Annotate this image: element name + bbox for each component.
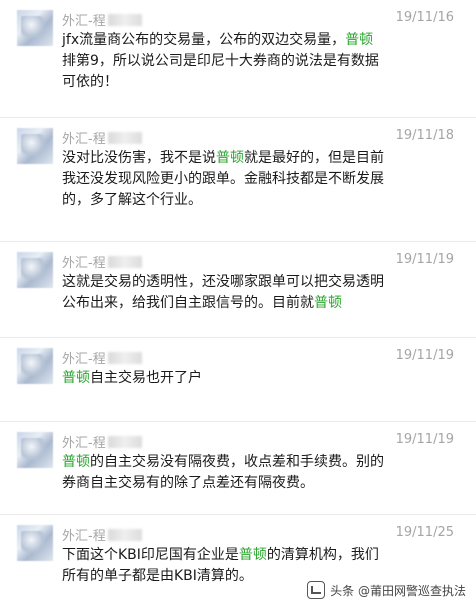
message-text-segment: jfx流量商公布的交易量，公布的双边交易量，: [62, 32, 346, 48]
message-line: jfx流量商公布的交易量，公布的双边交易量，普顿: [62, 30, 452, 51]
message-line: 普顿自主交易也开了户: [62, 368, 452, 389]
highlighted-keyword: 普顿: [216, 150, 244, 166]
message-line: 券商自主交易有的除了点差还有隔夜费。: [62, 473, 452, 494]
message-text-segment: 所有的单子都是由KBI清算的。: [62, 568, 253, 584]
message-line: 下面这个KBI印尼国有企业是普顿的清算机构，我们: [62, 545, 452, 566]
sender-name-prefix: 外汇-程: [62, 352, 106, 367]
sender-name-prefix: 外汇-程: [62, 529, 106, 544]
sender-name: 外汇-程: [62, 432, 142, 451]
avatar: [17, 10, 53, 46]
toutiao-logo-icon: [307, 581, 326, 599]
redacted-name-blur: [107, 13, 142, 26]
message-timestamp: 19/11/19: [395, 252, 454, 267]
avatar: [17, 432, 53, 468]
redacted-name-blur: [107, 528, 142, 541]
sender-name: 外汇-程: [62, 252, 142, 271]
watermark-text: 头条 @莆田网警巡查执法: [330, 583, 466, 598]
message-text: 普顿的自主交易没有隔夜费，收点差和手续费。别的券商自主交易有的除了点差还有隔夜费…: [62, 452, 452, 494]
message-timestamp: 19/11/16: [395, 10, 454, 25]
redacted-name-blur: [107, 351, 142, 364]
message-line: 普顿的自主交易没有隔夜费，收点差和手续费。别的: [62, 452, 452, 473]
message-text-segment: 排第9，所以说公司是印尼十大券商的说法是有数据: [62, 53, 379, 69]
message-line: 我还没发现风险更小的跟单。金融科技都是不断发展: [62, 169, 452, 190]
message-line: 这就是交易的透明性，还没哪家跟单可以把交易透明: [62, 272, 452, 293]
message-text-segment: 可依的！: [62, 74, 118, 90]
message-line: 可依的！: [62, 72, 452, 93]
message-line: 没对比没伤害，我不是说普顿就是最好的，但是目前: [62, 148, 452, 169]
watermark: 头条 @莆田网警巡查执法: [307, 581, 466, 599]
sender-name: 外汇-程: [62, 525, 142, 544]
chat-message: 外汇-程 19/11/16 jfx流量商公布的交易量，公布的双边交易量，普顿排第9，…: [0, 0, 476, 118]
sender-name-prefix: 外汇-程: [62, 436, 106, 451]
highlighted-keyword: 普顿: [238, 547, 267, 563]
sender-name-prefix: 外汇-程: [62, 132, 106, 147]
message-text-segment: 就是最好的，但是目前: [244, 150, 384, 166]
redacted-name-blur: [107, 435, 142, 448]
sender-name: 外汇-程: [62, 10, 142, 29]
message-text-segment: 的自主交易没有隔夜费，收点差和手续费。别的: [90, 454, 384, 470]
message-timestamp: 19/11/18: [395, 128, 454, 143]
message-text-segment: 公布出来，给我们自主跟信号的。目前就: [62, 295, 314, 311]
avatar: [17, 128, 53, 164]
message-text: 没对比没伤害，我不是说普顿就是最好的，但是目前我还没发现风险更小的跟单。金融科技…: [62, 148, 452, 211]
chat-message: 外汇-程 19/11/19 普顿自主交易也开了户: [0, 338, 476, 422]
highlighted-keyword: 普顿: [62, 370, 90, 386]
message-text: 这就是交易的透明性，还没哪家跟单可以把交易透明 公布出来，给我们自主跟信号的。目前…: [62, 272, 452, 314]
message-text: jfx流量商公布的交易量，公布的双边交易量，普顿排第9，所以说公司是印尼十大券商…: [62, 30, 452, 93]
highlighted-keyword: 普顿: [314, 295, 342, 311]
message-text-segment: 的清算机构，我们: [266, 547, 379, 563]
sender-name-prefix: 外汇-程: [62, 256, 106, 271]
chat-message: 外汇-程 19/11/19 普顿的自主交易没有隔夜费，收点差和手续费。别的券商自主交…: [0, 422, 476, 515]
redacted-name-blur: [107, 255, 142, 268]
avatar: [17, 252, 53, 288]
message-timestamp: 19/11/19: [395, 432, 454, 447]
chat-message: 外汇-程 19/11/18 没对比没伤害，我不是说普顿就是最好的，但是目前我还没发现…: [0, 118, 476, 242]
message-text-segment: 没对比没伤害，我不是说: [62, 150, 216, 166]
message-text-segment: 的，多了解这个行业。: [62, 192, 202, 208]
highlighted-keyword: 普顿: [62, 454, 90, 470]
message-text: 普顿自主交易也开了户: [62, 368, 452, 389]
chat-thread: 外汇-程 19/11/16 jfx流量商公布的交易量，公布的双边交易量，普顿 排第9，…: [0, 0, 476, 603]
highlighted-keyword: 普顿: [345, 32, 374, 48]
sender-name-prefix: 外汇-程: [62, 14, 106, 29]
avatar: [17, 525, 53, 561]
message-line: 公布出来，给我们自主跟信号的。目前就普顿: [62, 293, 452, 314]
message-text-segment: 自主交易也开了户: [90, 370, 202, 386]
message-text-segment: 券商自主交易有的除了点差还有隔夜费。: [62, 475, 314, 491]
sender-name: 外汇-程: [62, 348, 142, 367]
message-timestamp: 19/11/19: [395, 348, 454, 363]
redacted-name-blur: [107, 131, 142, 144]
message-line: 的，多了解这个行业。: [62, 190, 452, 211]
message-timestamp: 19/11/25: [395, 525, 454, 540]
avatar: [17, 348, 53, 384]
message-line: 排第9，所以说公司是印尼十大券商的说法是有数据: [62, 51, 452, 72]
message-text-segment: 下面这个KBI印尼国有企业是: [62, 547, 239, 563]
chat-message: 外汇-程 19/11/19 这就是交易的透明性，还没哪家跟单可以把交易透明 公布出来，…: [0, 242, 476, 338]
message-text-segment: 这就是交易的透明性，还没哪家跟单可以把交易透明: [62, 274, 384, 290]
message-text-segment: 我还没发现风险更小的跟单。金融科技都是不断发展: [62, 171, 384, 187]
sender-name: 外汇-程: [62, 128, 142, 147]
